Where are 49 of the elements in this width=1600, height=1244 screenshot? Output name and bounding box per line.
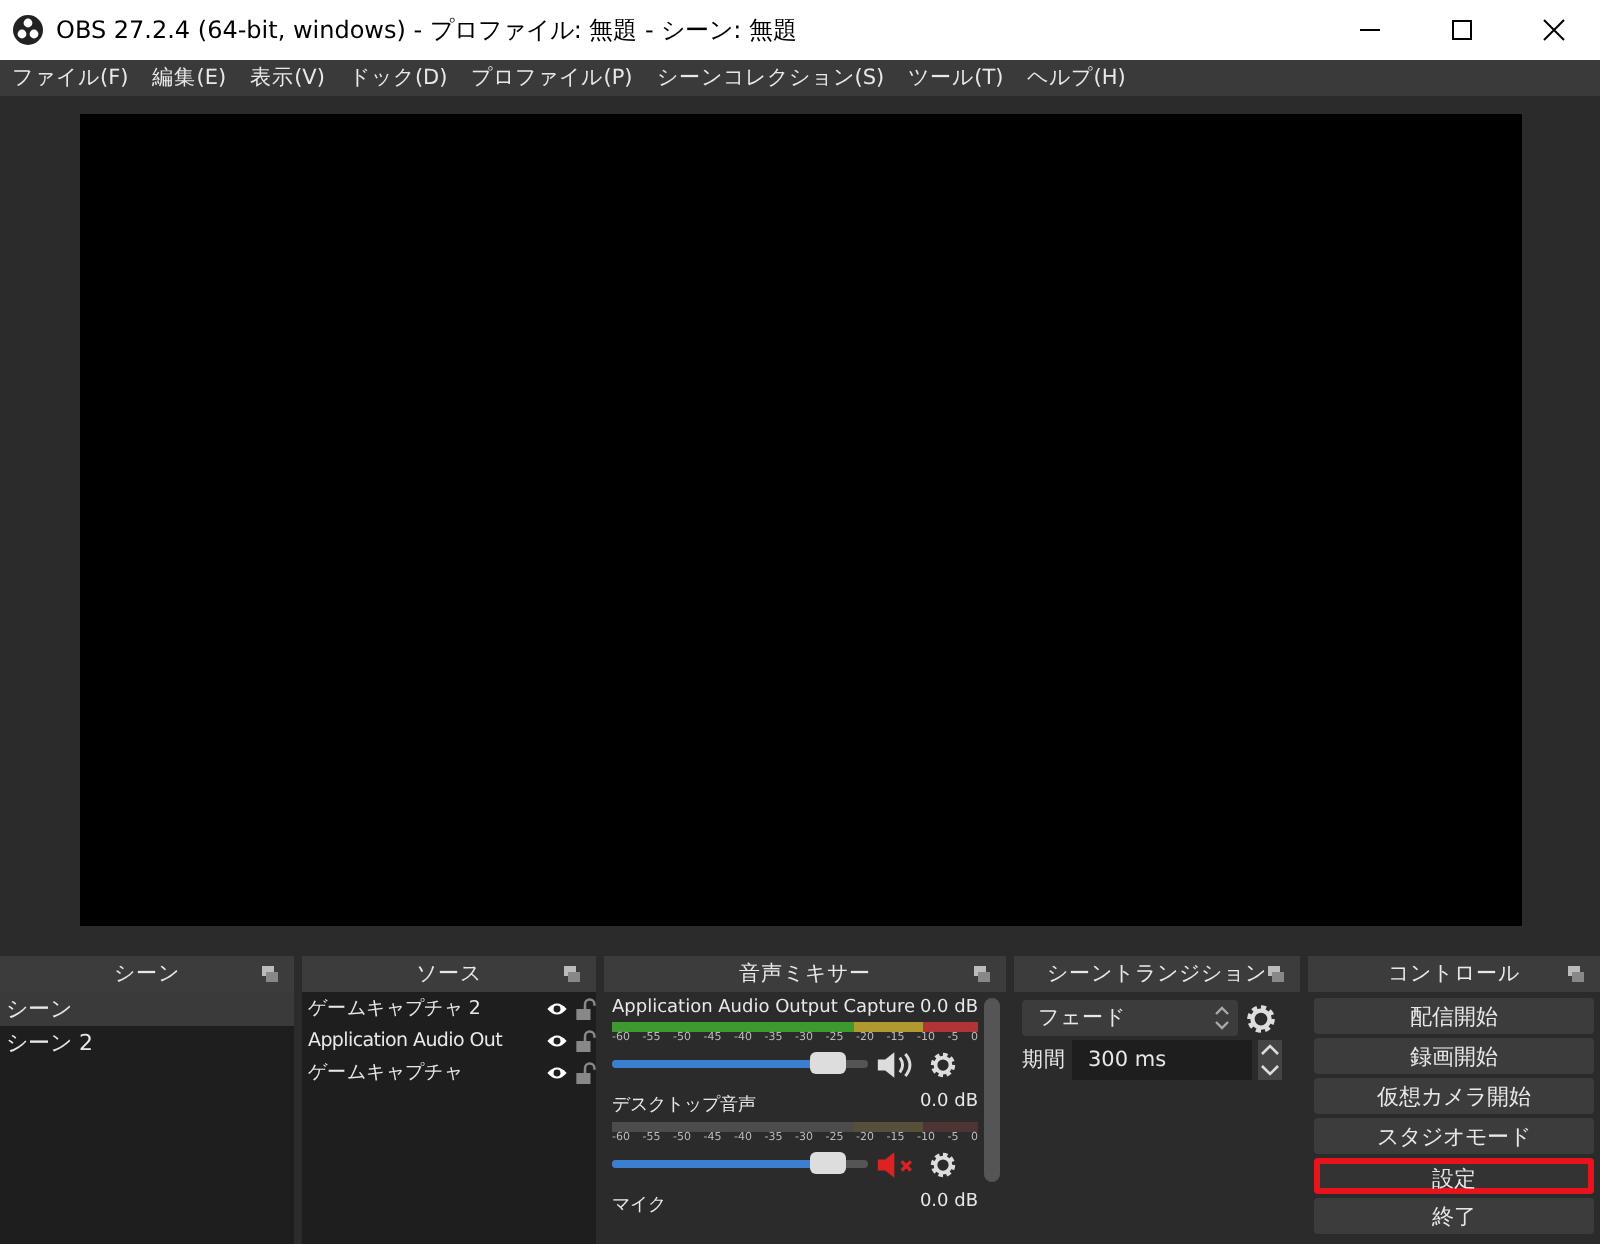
lock-icon[interactable] [574, 997, 596, 1019]
float-icon[interactable] [1268, 966, 1284, 982]
db-reading: 0.0 dB [919, 998, 978, 1018]
dock-header: シーントランジション [1014, 956, 1300, 992]
menu-item[interactable]: プロファイル(P) [471, 64, 633, 92]
menu-item[interactable]: 表示(V) [250, 64, 325, 92]
dock-header: コントロール [1308, 956, 1600, 992]
control-button[interactable]: スタジオモード [1314, 1118, 1594, 1154]
scene-item[interactable]: シーン [0, 992, 294, 1026]
float-icon[interactable] [262, 966, 278, 982]
dock-header: ソース [302, 956, 596, 992]
menu-item[interactable]: ドック(D) [348, 64, 448, 92]
duration-label: 期間 [1022, 1046, 1066, 1074]
control-button[interactable]: 設定 [1314, 1158, 1594, 1194]
control-button[interactable]: 録画開始 [1314, 1038, 1594, 1074]
control-button[interactable]: 配信開始 [1314, 998, 1594, 1034]
control-button[interactable]: 仮想カメラ開始 [1314, 1078, 1594, 1114]
float-icon[interactable] [974, 966, 990, 982]
spinner-icon[interactable] [1214, 1004, 1230, 1032]
window-title: OBS 27.2.4 (64-bit, windows) - プロファイル: 無題 - シーン: 無題 [56, 13, 800, 47]
app-logo-icon [12, 14, 44, 46]
menu-item[interactable]: 編集(E) [152, 64, 227, 92]
scrollbar[interactable] [984, 998, 1000, 1182]
float-icon[interactable] [1568, 966, 1584, 982]
spinner-icon[interactable] [1258, 1040, 1282, 1080]
channel-name: デスクトップ音声 [612, 1092, 756, 1118]
transition-dropdown[interactable]: フェード [1022, 1000, 1238, 1036]
dock-header: 音声ミキサー [604, 956, 1006, 992]
lock-icon[interactable] [574, 1061, 596, 1083]
channel-name: マイク [612, 1194, 666, 1218]
lock-icon[interactable] [574, 1029, 596, 1051]
settings-icon[interactable] [928, 1149, 958, 1179]
db-reading: 0.0 dB [919, 1192, 978, 1216]
settings-icon[interactable] [928, 1049, 958, 1079]
scene-item[interactable]: シーン 2 [0, 1026, 294, 1060]
menu-item[interactable]: ヘルプ(H) [1027, 64, 1126, 92]
control-button[interactable]: 終了 [1314, 1198, 1594, 1234]
db-reading: 0.0 dB [919, 1092, 978, 1116]
menu-item[interactable]: ツール(T) [908, 64, 1004, 92]
source-item[interactable]: Application Audio Out [308, 1029, 540, 1051]
settings-icon[interactable] [1244, 1001, 1278, 1035]
menu-item[interactable]: ファイル(F) [12, 64, 129, 92]
dock-header: シーン [0, 956, 294, 992]
menu-item[interactable]: シーンコレクション(S) [656, 64, 885, 92]
channel-name: Application Audio Output Capture [612, 998, 915, 1018]
source-item[interactable]: ゲームキャプチャ [308, 1059, 540, 1085]
source-item[interactable]: ゲームキャプチャ 2 [308, 995, 540, 1021]
float-icon[interactable] [564, 966, 580, 982]
duration-field[interactable]: 300 ms [1072, 1040, 1252, 1080]
